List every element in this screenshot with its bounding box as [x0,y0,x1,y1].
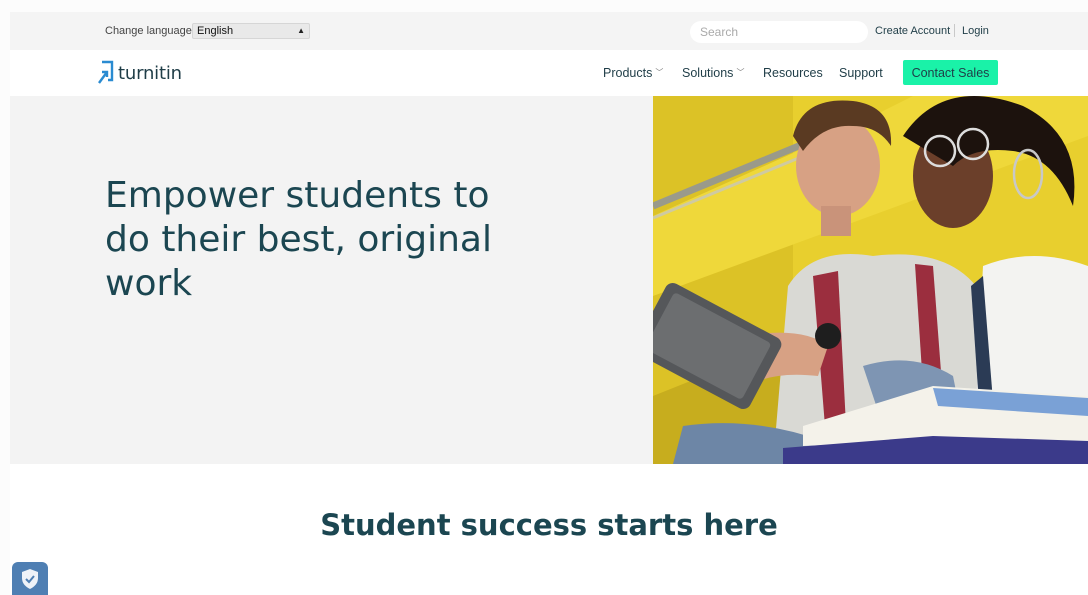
page: Change language English ▲ Create Account… [10,12,1088,595]
privacy-shield-button[interactable] [12,562,48,595]
nav-item-support[interactable]: Support [839,66,883,80]
browser-frame: Change language English ▲ Create Account… [0,0,1088,595]
create-account-link[interactable]: Create Account [875,25,950,37]
students-illustration [653,96,1088,464]
search-input[interactable] [690,21,868,43]
hero-students-image [653,96,1088,464]
nav-item-label: Support [839,66,883,80]
main-navbar: turnitin Products ﹀ Solutions ﹀ Resources … [10,50,1088,96]
nav-item-products[interactable]: Products ﹀ [603,66,663,80]
select-arrows-icon: ▲ [297,26,305,35]
nav-item-resources[interactable]: Resources [763,66,823,80]
nav-item-solutions[interactable]: Solutions ﹀ [682,66,744,80]
nav-item-label: Solutions [682,66,734,80]
change-language-label: Change language [105,25,192,37]
section-title: Student success starts here [320,508,778,542]
language-selected-value: English [197,25,234,37]
chevron-down-icon: ﹀ [736,68,745,77]
nav-item-label: Products [603,66,653,80]
login-link[interactable]: Login [962,25,989,37]
hero-title: Empower students to do their best, origi… [105,175,492,304]
chevron-down-icon: ﹀ [655,68,664,77]
language-select[interactable]: English ▲ [192,23,310,39]
hero-section: Empower students to do their best, origi… [10,96,1088,464]
turnitin-logo-icon [98,60,114,84]
contact-sales-button[interactable]: Contact Sales [903,60,998,85]
utility-divider [954,24,955,37]
turnitin-logo[interactable]: turnitin [96,59,182,87]
shield-check-icon [22,568,38,589]
utility-bar: Change language English ▲ Create Account… [10,12,1088,50]
logo-text: turnitin [118,62,182,84]
nav-item-label: Resources [763,66,823,80]
